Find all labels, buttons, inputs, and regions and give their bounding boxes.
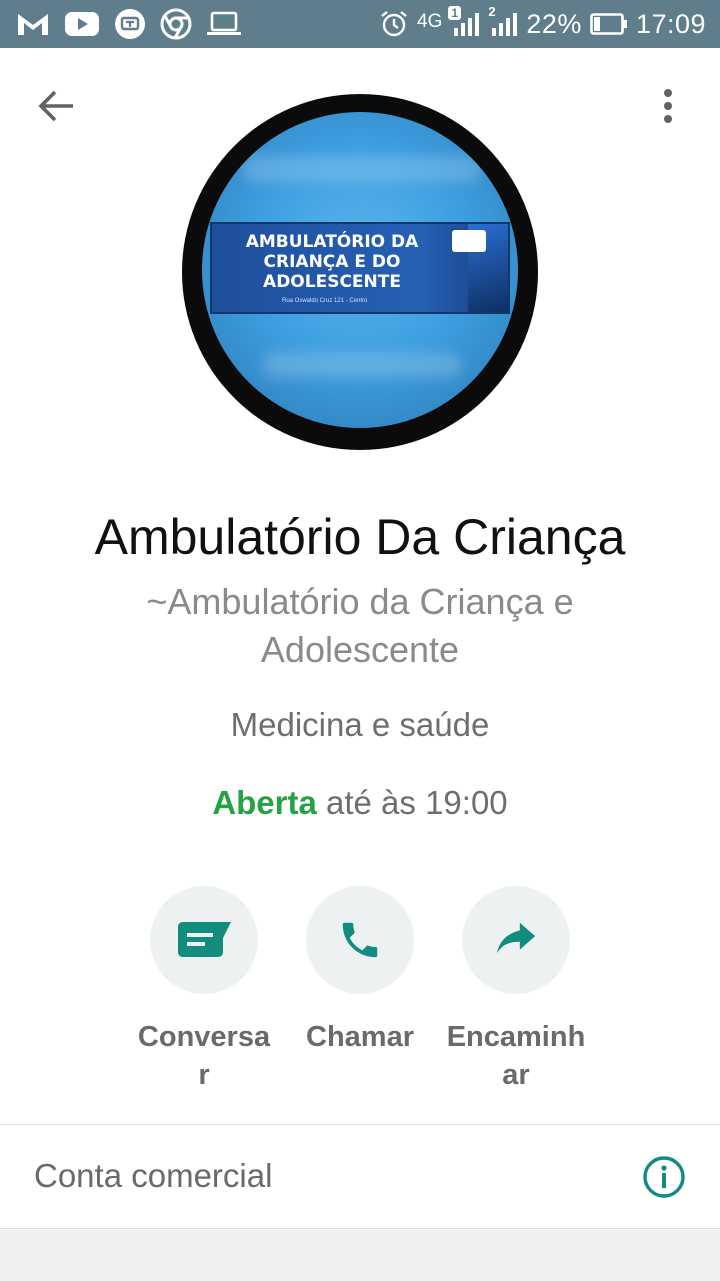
call-button-label: Chamar [306,1021,414,1053]
signal-sim2-icon: 2 [488,4,518,38]
back-button[interactable] [30,80,82,132]
chrome-icon [160,8,192,40]
hours-text: até às 19:00 [326,784,508,821]
info-button[interactable] [642,1155,686,1199]
profile-photo-image: AMBULATÓRIO DA CRIANÇA E DO ADOLESCENTE … [202,112,518,428]
forward-button-label: Encaminhar [446,1021,586,1091]
forward-button-circle[interactable] [462,886,570,994]
laptop-icon [206,10,242,38]
photo-blur-area [242,156,482,182]
call-button-circle[interactable] [306,886,414,994]
app-icon [114,8,146,40]
photo-banner-logo [452,230,486,252]
info-icon [643,1156,685,1198]
alarm-icon [379,9,409,39]
business-category: Medicina e saúde [230,706,490,743]
more-vert-icon [664,89,672,123]
battery-percent: 22% [526,8,582,39]
push-name: ~Ambulatório da Criança e Adolescente [146,581,574,670]
network-type: 4G [417,11,443,32]
business-account-label: Conta comercial [34,1157,273,1194]
photo-blur-area [262,352,462,378]
call-button[interactable]: Chamar [290,886,430,1096]
sim2-badge: 2 [488,4,496,19]
sim1-badge: 1 [448,6,462,20]
photo-banner-address: Rua Oswaldo Cruz 121 - Centro [282,298,368,304]
message-icon [178,922,231,957]
photo-banner-text: AMBULATÓRIO DA CRIANÇA E DO ADOLESCENTE [245,232,419,292]
business-name: Ambulatório Da Criança [94,509,626,565]
hours-status: Aberta [212,784,317,821]
signal-sim1-icon: 1 [448,6,480,38]
business-hours[interactable]: Aberta até às 19:00 [0,784,720,822]
photo-banner: AMBULATÓRIO DA CRIANÇA E DO ADOLESCENTE … [210,222,510,314]
more-options-button[interactable] [642,80,694,132]
forward-button[interactable]: Encaminhar [446,886,586,1096]
clock: 17:09 [635,8,706,39]
forward-icon [496,922,536,954]
message-button-circle[interactable] [150,886,258,994]
business-account-row[interactable]: Conta comercial [0,1125,720,1227]
phone-icon [342,922,378,958]
profile-photo[interactable]: AMBULATÓRIO DA CRIANÇA E DO ADOLESCENTE … [182,94,538,450]
message-button-label: Conversar [137,1021,271,1091]
gmail-icon [16,11,50,37]
message-button[interactable]: Conversar [134,886,274,1096]
battery-icon [590,12,628,36]
section-separator [0,1228,720,1281]
status-bar: 4G 1 2 22% 17:09 [0,0,720,48]
youtube-icon [64,11,100,37]
back-arrow-icon [38,90,73,122]
